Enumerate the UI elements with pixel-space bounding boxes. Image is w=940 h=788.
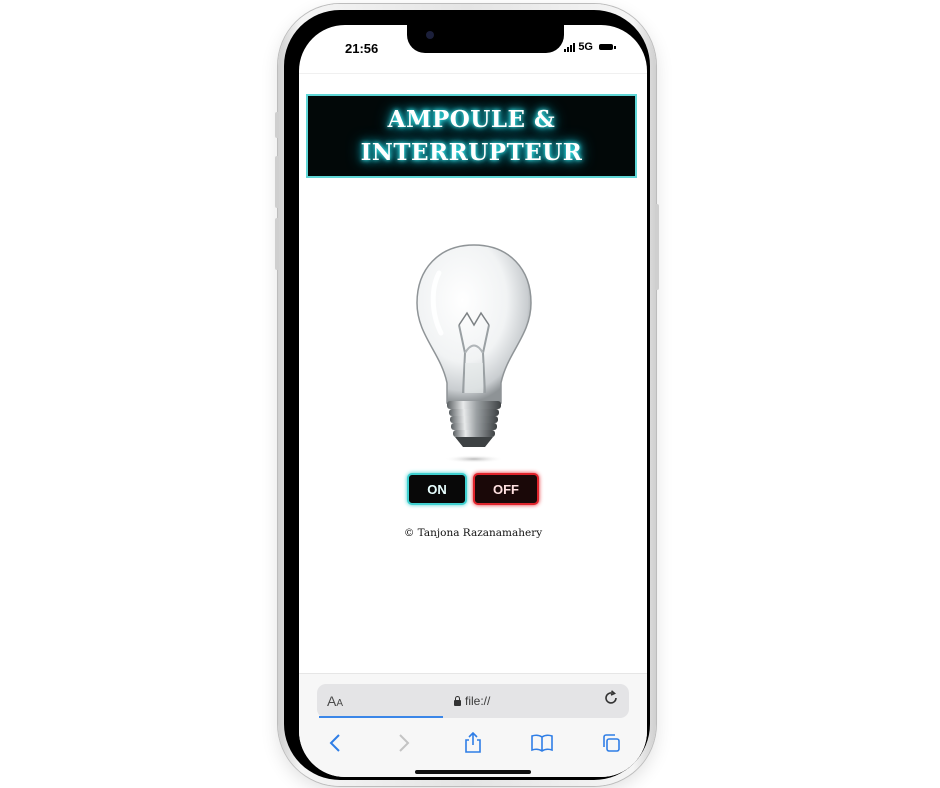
mute-switch (275, 112, 279, 138)
address-bar[interactable]: AA file:// (317, 684, 629, 718)
switch-buttons: ON OFF (407, 473, 539, 505)
browser-nav-bar (299, 726, 647, 760)
phone-screen: 21:56 5G AMPOULE & INTERRUPTEUR ON OFF ©… (299, 25, 647, 777)
power-button (655, 204, 659, 290)
network-type: 5G (578, 41, 593, 53)
browser-toolbar: AA file:// (299, 673, 647, 777)
text-size-label-big: A (327, 693, 337, 709)
off-button[interactable]: OFF (473, 473, 539, 505)
status-indicators: 5G (564, 41, 616, 53)
camera-icon (426, 31, 434, 39)
volume-up-button (275, 156, 279, 208)
signal-icon (564, 42, 576, 52)
light-bulb-image (409, 243, 539, 468)
load-progress-bar (319, 716, 443, 718)
url-text: file:// (465, 694, 491, 708)
tabs-icon[interactable] (597, 729, 625, 757)
text-size-label-small: A (336, 698, 344, 709)
battery-icon (599, 44, 616, 50)
forward-icon[interactable] (390, 729, 418, 757)
back-icon[interactable] (321, 729, 349, 757)
copyright-credit: © Tanjona Razanamahery (403, 527, 543, 539)
on-button[interactable]: ON (407, 473, 467, 505)
status-time: 21:56 (345, 41, 379, 56)
reload-icon[interactable] (603, 690, 619, 711)
lock-icon (454, 695, 461, 706)
page-title: AMPOULE & INTERRUPTEUR (360, 106, 583, 166)
url-display: file:// (454, 694, 490, 708)
divider (299, 73, 647, 74)
notch (407, 25, 564, 53)
phone-frame: 21:56 5G AMPOULE & INTERRUPTEUR ON OFF ©… (275, 4, 659, 786)
title-banner: AMPOULE & INTERRUPTEUR (306, 94, 637, 178)
text-size-button[interactable]: AA (327, 693, 343, 709)
home-indicator[interactable] (415, 770, 531, 774)
phone-bezel: 21:56 5G AMPOULE & INTERRUPTEUR ON OFF ©… (284, 10, 650, 780)
volume-down-button (275, 218, 279, 270)
light-bulb-icon (416, 244, 532, 463)
bookmarks-icon[interactable] (528, 729, 556, 757)
share-icon[interactable] (459, 729, 487, 757)
